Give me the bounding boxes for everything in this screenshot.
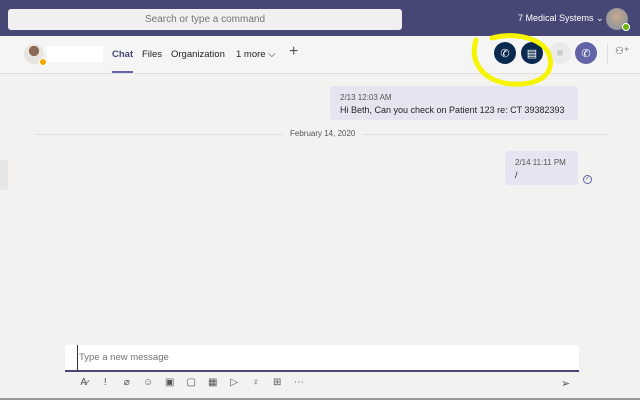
- phone-icon: ✆: [500, 47, 510, 60]
- compose-toolbar: A̷ ! ⌀ ☺ ▣ ▢ ▦ ▷ ♀ ⊞ ⋯: [73, 377, 310, 388]
- read-receipt-icon: ✓: [583, 175, 592, 184]
- left-rail-edge: [0, 160, 8, 190]
- format-icon[interactable]: A̷: [73, 377, 95, 388]
- contact-name-redacted: [47, 46, 103, 62]
- message-timestamp: 2/14 11:11 PM: [515, 158, 566, 167]
- attach-icon[interactable]: ⌀: [116, 377, 138, 388]
- praise-icon[interactable]: ♀: [245, 377, 267, 388]
- user-avatar[interactable]: [606, 8, 630, 31]
- phone-icon: ✆: [581, 47, 591, 60]
- message-text: Hi Beth, Can you check on Patient 123 re…: [340, 105, 565, 115]
- emoji-icon[interactable]: ☺: [138, 377, 160, 388]
- contact-avatar[interactable]: [24, 44, 47, 66]
- send-icon[interactable]: ➢: [561, 377, 570, 390]
- add-tab-button[interactable]: +: [289, 43, 298, 61]
- phone-screen-icon: ▤: [526, 47, 538, 60]
- important-icon[interactable]: !: [95, 377, 117, 388]
- tab-chat[interactable]: Chat: [112, 49, 134, 73]
- device-call-button[interactable]: ▤: [521, 42, 543, 64]
- audio-call-button[interactable]: ✆: [575, 42, 597, 64]
- search-input[interactable]: [8, 9, 402, 30]
- tab-more[interactable]: 1 more ⌵: [236, 49, 275, 60]
- phone-call-button[interactable]: ✆: [494, 42, 516, 64]
- message-bubble: 2/13 12:03 AM Hi Beth, Can you check on …: [330, 86, 578, 120]
- tab-organization[interactable]: Organization: [171, 49, 225, 60]
- stream-icon[interactable]: ▷: [224, 377, 246, 388]
- video-icon: ■: [556, 47, 564, 59]
- message-input[interactable]: [77, 345, 591, 370]
- more-options-icon[interactable]: ⋯: [288, 377, 310, 388]
- date-divider-label: February 14, 2020: [283, 129, 363, 138]
- tab-files[interactable]: Files: [142, 49, 162, 60]
- message-timestamp: 2/13 12:03 AM: [340, 93, 392, 102]
- divider: [607, 44, 608, 64]
- status-available-icon: [622, 23, 630, 31]
- chat-header: Chat Files Organization 1 more ⌵ + ✆ ▤ ■…: [0, 36, 640, 74]
- message-bubble: 2/14 11:11 PM /: [505, 151, 578, 185]
- org-switcher[interactable]: 7 Medical Systems ⌄: [518, 13, 604, 24]
- top-bar: 7 Medical Systems ⌄: [0, 0, 640, 36]
- apps-icon[interactable]: ⊞: [267, 377, 289, 388]
- schedule-meeting-icon[interactable]: ▦: [202, 377, 224, 388]
- status-away-icon: [39, 58, 47, 66]
- compose-box[interactable]: [65, 345, 591, 372]
- sticker-icon[interactable]: ▢: [181, 377, 203, 388]
- add-people-icon[interactable]: ⚇⁺: [615, 46, 629, 57]
- gif-icon[interactable]: ▣: [159, 377, 181, 388]
- video-call-button[interactable]: ■: [549, 42, 571, 64]
- message-text: /: [515, 170, 518, 180]
